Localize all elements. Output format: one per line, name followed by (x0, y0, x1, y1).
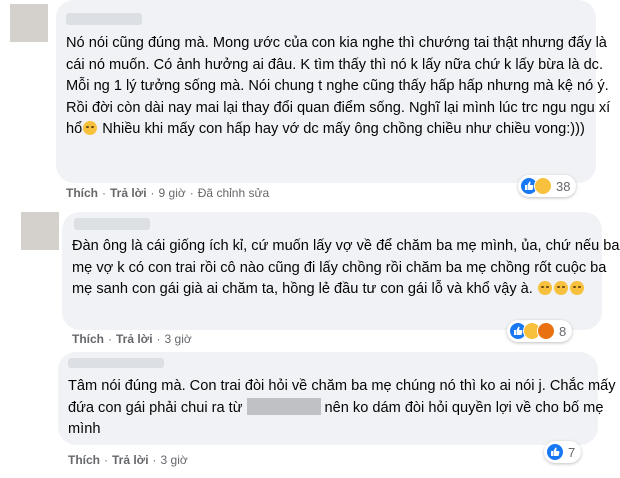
commenter-name-redacted[interactable] (74, 218, 150, 230)
comment-line: Tâm nói đúng mà. Con trai đòi hỏi về chă… (68, 378, 511, 394)
like-link[interactable]: Thích (68, 453, 100, 467)
comment-actions-2: Thích · Trả lời · 3 giờ (72, 332, 192, 346)
reply-link[interactable]: Trả lời (112, 453, 149, 467)
sad-emoji-icon (537, 281, 552, 296)
like-link[interactable]: Thích (66, 186, 98, 200)
comment-actions-1: Thích · Trả lời · 9 giờ · Đã chỉnh sửa (66, 186, 270, 200)
haha-icon (534, 177, 552, 195)
comment-line: Nó nói cũng đúng mà. Mong ước của con ki… (66, 35, 490, 51)
like-link[interactable]: Thích (72, 332, 104, 346)
comment-text-2: Đàn ông là cái giống ích kỉ, cứ muốn lấy… (72, 236, 620, 301)
comment-line: chiều vong:))) (495, 121, 585, 138)
comment-text-fragment: Nhiều khi mấy con hấp hay vớ dc mấy ông … (102, 121, 492, 138)
comment-text-fragment: hổ (66, 121, 83, 138)
comment-line: nay mai lại thay đổi quan điểm sống. Ngh… (168, 99, 611, 116)
redacted-word (246, 397, 321, 415)
comment-line: Đàn ông là cái giống ích kỉ, cứ muốn lấy… (72, 238, 518, 254)
reaction-summary-3[interactable]: 7 (544, 441, 582, 463)
reaction-count: 7 (568, 444, 576, 460)
comment-text-fragment: lẻ đầu tư con gái lỗ và khổ vậy à. (318, 281, 533, 298)
timestamp[interactable]: 3 giờ (165, 332, 192, 346)
comment-text-1: Nó nói cũng đúng mà. Mong ước của con ki… (66, 33, 620, 141)
reply-link[interactable]: Trả lời (110, 186, 147, 200)
avatar[interactable] (21, 212, 59, 250)
timestamp[interactable]: 9 giờ (159, 186, 186, 200)
comment-text-fragment: nên ko dám đòi hỏi (324, 399, 448, 416)
angry-icon (537, 322, 555, 340)
comment-line: hổ Nhiều khi mấy con hấp hay vớ dc mấy ô… (66, 121, 492, 137)
sad-emoji-icon (553, 281, 568, 296)
laughing-emoji-icon (83, 121, 98, 136)
timestamp[interactable]: 3 giờ (161, 453, 188, 467)
reaction-count: 38 (556, 178, 571, 194)
avatar[interactable] (10, 4, 48, 42)
comment-actions-3: Thích · Trả lời · 3 giờ (68, 453, 188, 467)
reply-link[interactable]: Trả lời (116, 332, 153, 346)
commenter-name-redacted[interactable] (68, 358, 164, 368)
sad-emoji-icon (569, 281, 584, 296)
comment-line: lẻ đầu tư con gái lỗ và khổ vậy à. (319, 281, 585, 297)
reaction-count: 8 (559, 323, 567, 339)
edited-label: Đã chỉnh sửa (197, 186, 270, 200)
reaction-summary-1[interactable]: 38 (518, 175, 577, 197)
reaction-summary-2[interactable]: 8 (507, 320, 573, 342)
like-icon (546, 443, 564, 461)
comment-text-3: Tâm nói đúng mà. Con trai đòi hỏi về chă… (68, 376, 620, 441)
